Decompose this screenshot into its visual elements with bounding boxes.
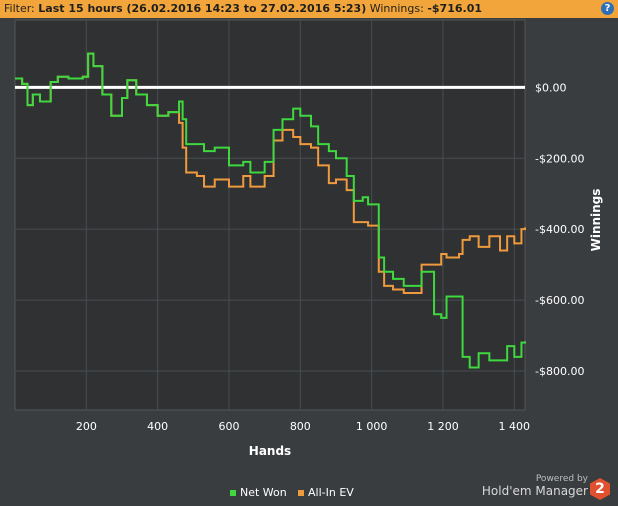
plot-area (14, 19, 526, 411)
x-tick-label: 600 (218, 420, 239, 433)
legend-swatch-net-won (230, 489, 236, 496)
winnings-chart: 200 400 600 800 1 000 1 200 1 400 $0.00 -$200.0… (14, 19, 603, 458)
y-tick-label: -$600.00 (535, 294, 584, 307)
legend-label-all-in-ev: All-In EV (308, 486, 354, 499)
legend-label-net-won: Net Won (240, 486, 287, 499)
y-axis-ticks: $0.00 -$200.00 -$400.00 -$600.00 -$800.00 (535, 81, 584, 378)
y-tick-label: -$800.00 (535, 365, 584, 378)
x-axis-ticks: 200 400 600 800 1 000 1 200 1 400 (76, 420, 530, 433)
x-tick-label: 1 000 (356, 420, 388, 433)
y-tick-label: $0.00 (535, 81, 567, 94)
brand-name: Hold'em Manager (481, 484, 588, 498)
legend-all-in-ev[interactable]: All-In EV (298, 486, 354, 499)
legend-net-won[interactable]: Net Won (230, 486, 287, 499)
legend-swatch-all-in-ev (298, 489, 304, 496)
x-tick-label: 400 (147, 420, 168, 433)
x-tick-label: 1 200 (427, 420, 459, 433)
y-tick-label: -$400.00 (535, 223, 584, 236)
powered-by: Powered by (535, 474, 588, 484)
y-axis-label: Winnings (589, 189, 603, 252)
x-tick-label: 200 (76, 420, 97, 433)
x-tick-label: 800 (290, 420, 311, 433)
x-axis-label: Hands (249, 444, 291, 458)
y-tick-label: -$200.00 (535, 152, 584, 165)
brand: Powered by Hold'em Manager (482, 474, 588, 498)
x-tick-label: 1 400 (499, 420, 531, 433)
